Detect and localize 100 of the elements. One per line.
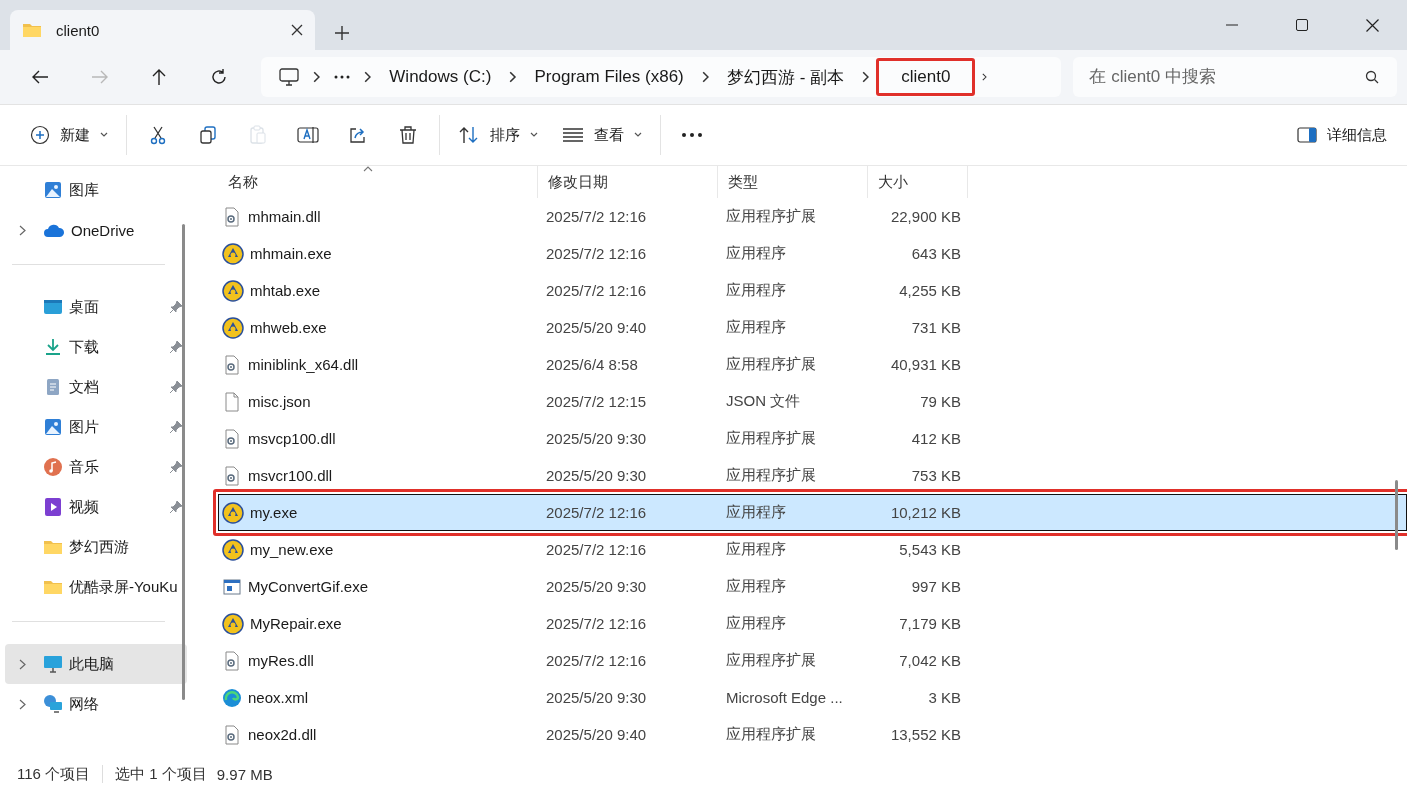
- file-row[interactable]: msvcp100.dll 2025/5/20 9:30 应用程序扩展 412 KB: [218, 420, 1407, 457]
- file-row[interactable]: MyConvertGif.exe 2025/5/20 9:30 应用程序 997 KB: [218, 568, 1407, 605]
- file-type: 应用程序: [725, 244, 787, 263]
- gear-file-icon: [222, 724, 242, 745]
- expand-chevron-icon: [19, 698, 26, 710]
- scrollbar-thumb[interactable]: [182, 224, 185, 700]
- sidebar-item[interactable]: OneDrive: [5, 210, 172, 250]
- sidebar-item[interactable]: 音乐: [5, 447, 187, 487]
- selection-size: 9.97 MB: [216, 765, 273, 783]
- video-icon: [43, 497, 63, 517]
- file-row[interactable]: my.exe 2025/7/2 12:16 应用程序 10,212 KB: [218, 494, 1407, 531]
- file-row[interactable]: misc.json 2025/7/2 12:15 JSON 文件 79 KB: [218, 383, 1407, 420]
- file-name: mhmain.exe: [250, 245, 332, 262]
- download-icon: [43, 337, 63, 357]
- expand-chevron-icon: [19, 658, 26, 670]
- sidebar-item[interactable]: 下载: [5, 327, 187, 367]
- file-name: mhweb.exe: [250, 319, 327, 336]
- breadcrumb-item[interactable]: Program Files (x86): [528, 63, 690, 91]
- desktop-icon: [43, 297, 63, 317]
- scrollbar-thumb[interactable]: [1395, 480, 1398, 550]
- column-header[interactable]: 大小: [868, 166, 968, 198]
- minimize-icon: [1226, 24, 1238, 26]
- details-button[interactable]: 详细信息: [1289, 115, 1395, 155]
- file-type: 应用程序: [725, 577, 787, 596]
- modified-date: 2025/5/20 9:30: [545, 467, 648, 484]
- file-row[interactable]: mhtab.exe 2025/7/2 12:16 应用程序 4,255 KB: [218, 272, 1407, 309]
- chevron-icon: [364, 71, 372, 83]
- file-row[interactable]: mhmain.exe 2025/7/2 12:16 应用程序 643 KB: [218, 235, 1407, 272]
- modified-date: 2025/5/20 9:30: [545, 689, 648, 706]
- modified-date: 2025/5/20 9:40: [545, 319, 648, 336]
- file-name: mhmain.dll: [248, 208, 321, 225]
- file-size: 7,179 KB: [898, 615, 962, 632]
- chevron-icon: [509, 71, 517, 83]
- monitor-icon: [278, 67, 299, 87]
- modified-date: 2025/7/2 12:16: [545, 652, 648, 669]
- forward-arrow-icon: [90, 69, 109, 85]
- file-row[interactable]: mhweb.exe 2025/5/20 9:40 应用程序 731 KB: [218, 309, 1407, 346]
- computer-icon: [43, 654, 63, 674]
- share-icon: [348, 125, 368, 145]
- sidebar-item[interactable]: 网络: [5, 684, 187, 724]
- chevron-icon: [982, 73, 988, 81]
- plus-icon: [335, 26, 349, 40]
- address-bar[interactable]: Windows (C:) Program Files (x86) 梦幻西游 - 副本 client0: [260, 57, 1062, 97]
- file-type: 应用程序扩展: [725, 429, 817, 448]
- file-type: 应用程序: [725, 281, 787, 300]
- file-name: my.exe: [250, 504, 298, 521]
- sidebar-item[interactable]: 图库: [5, 170, 172, 210]
- breadcrumb-item[interactable]: 梦幻西游 - 副本: [720, 61, 851, 93]
- picture-icon: [43, 417, 63, 437]
- pin-icon: [169, 340, 183, 354]
- column-header[interactable]: 名称: [218, 166, 538, 198]
- sidebar-item[interactable]: 文档: [5, 367, 187, 407]
- file-row[interactable]: neox2d.dll 2025/5/20 9:40 应用程序扩展 13,552 KB: [218, 716, 1407, 753]
- file-row[interactable]: mhmain.dll 2025/7/2 12:16 应用程序扩展 22,900 KB: [218, 198, 1407, 235]
- view-button[interactable]: 查看: [554, 115, 650, 155]
- file-type: 应用程序扩展: [725, 725, 817, 744]
- modified-date: 2025/7/2 12:16: [545, 208, 648, 225]
- column-header[interactable]: 修改日期: [538, 166, 718, 198]
- item-count: 116 个项目: [17, 764, 91, 784]
- file-name: MyRepair.exe: [250, 615, 342, 632]
- clipboard-icon: [248, 125, 268, 145]
- sidebar-item[interactable]: 视频: [5, 487, 187, 527]
- caret-icon: [634, 132, 642, 138]
- lines-icon: [562, 125, 584, 145]
- sort-icon: [458, 125, 480, 145]
- file-name: misc.json: [248, 393, 311, 410]
- window-icon: [222, 576, 242, 597]
- network-icon: [43, 694, 63, 714]
- file-row[interactable]: my_new.exe 2025/7/2 12:16 应用程序 5,543 KB: [218, 531, 1407, 568]
- file-row[interactable]: MyRepair.exe 2025/7/2 12:16 应用程序 7,179 KB: [218, 605, 1407, 642]
- file-size: 7,042 KB: [898, 652, 962, 669]
- file-size: 3 KB: [927, 689, 962, 706]
- new-button[interactable]: 新建: [22, 115, 116, 155]
- modified-date: 2025/7/2 12:16: [545, 504, 648, 521]
- gear-file-icon: [222, 428, 242, 449]
- pin-icon: [169, 300, 183, 314]
- tab[interactable]: client0: [10, 10, 315, 50]
- sidebar-item[interactable]: 此电脑: [5, 644, 187, 684]
- file-size: 5,543 KB: [898, 541, 962, 558]
- computer-button[interactable]: [276, 65, 301, 89]
- search-field[interactable]: 在 client0 中搜索: [1073, 57, 1397, 97]
- file-type: 应用程序: [725, 540, 787, 559]
- gear-file-icon: [222, 465, 242, 486]
- file-name: MyConvertGif.exe: [248, 578, 369, 595]
- modified-date: 2025/7/2 12:16: [545, 541, 648, 558]
- pin-icon: [169, 460, 183, 474]
- sort-button[interactable]: 排序: [450, 115, 546, 155]
- file-row[interactable]: msvcr100.dll 2025/5/20 9:30 应用程序扩展 753 KB: [218, 457, 1407, 494]
- file-row[interactable]: miniblink_x64.dll 2025/6/4 8:58 应用程序扩展 40,931 KB: [218, 346, 1407, 383]
- breadcrumb-item[interactable]: client0: [881, 63, 971, 91]
- column-header[interactable]: 类型: [718, 166, 868, 198]
- gear-file-icon: [222, 650, 242, 671]
- modified-date: 2025/5/20 9:40: [545, 726, 648, 743]
- file-row[interactable]: neox.xml 2025/5/20 9:30 Microsoft Edge ... 3 KB: [218, 679, 1407, 716]
- plus-icon: [30, 125, 50, 145]
- swirl-icon: [222, 687, 242, 708]
- file-size: 13,552 KB: [889, 726, 962, 743]
- file-row[interactable]: myRes.dll 2025/7/2 12:16 应用程序扩展 7,042 KB: [218, 642, 1407, 679]
- breadcrumb-item[interactable]: Windows (C:): [383, 63, 498, 91]
- details-pane-icon: [1297, 127, 1317, 143]
